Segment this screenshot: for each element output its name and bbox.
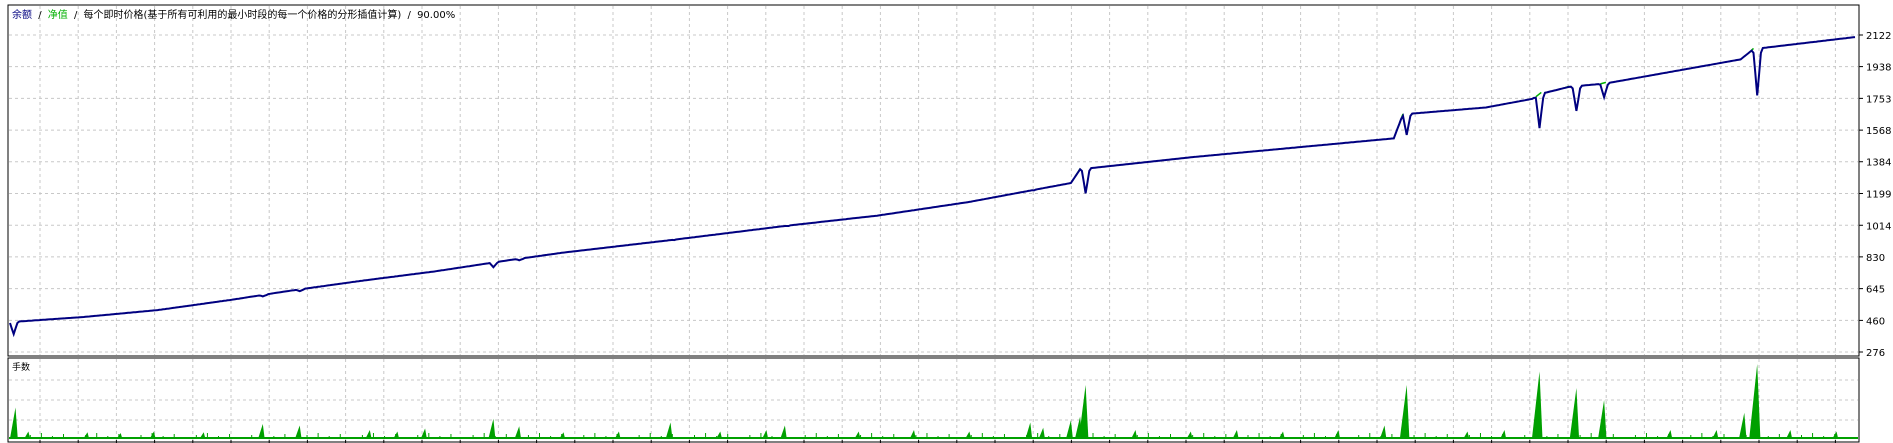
main-panel: 2122 1938 1753 1568 1384 1199 1014 830 645 460 276: [7, 4, 1891, 359]
chart: 2122 1938 1753 1568 1384 1199 1014 830 645 460 276…: [0, 0, 1893, 443]
y-tick-label: 1014: [1866, 221, 1891, 232]
chart-header: 余额 / 净值 / 每个即时价格(基于所有可利用的最小时段的每一个价格的分形插值…: [12, 8, 455, 21]
main-panel-frame: [7, 4, 1860, 357]
y-tick-label: 1938: [1866, 63, 1891, 74]
volume-panel: 手数: [7, 357, 1860, 443]
y-tick-label: 1199: [1866, 190, 1891, 201]
volume-title: 手数: [12, 361, 30, 373]
legend-equity: 净值: [48, 8, 68, 21]
legend-quality: 90.00%: [417, 10, 455, 21]
legend-sep-1: /: [38, 10, 42, 21]
y-tick-label: 645: [1866, 285, 1885, 296]
y-tick-label: 830: [1866, 253, 1885, 264]
legend-balance: 余额: [12, 8, 32, 21]
y-tick-label: 1384: [1866, 158, 1891, 169]
legend-sep-2: /: [74, 10, 78, 21]
y-tick-label: 1753: [1866, 94, 1891, 105]
y-tick-label: 276: [1866, 348, 1885, 359]
legend-model: 每个即时价格(基于所有可利用的最小时段的每一个价格的分形插值计算): [84, 8, 402, 21]
volume-baseline: [9, 437, 1858, 439]
y-tick-label: 460: [1866, 316, 1885, 327]
y-tick-label: 1568: [1866, 126, 1891, 137]
legend-sep-3: /: [408, 10, 412, 21]
y-tick-label: 2122: [1866, 31, 1891, 42]
